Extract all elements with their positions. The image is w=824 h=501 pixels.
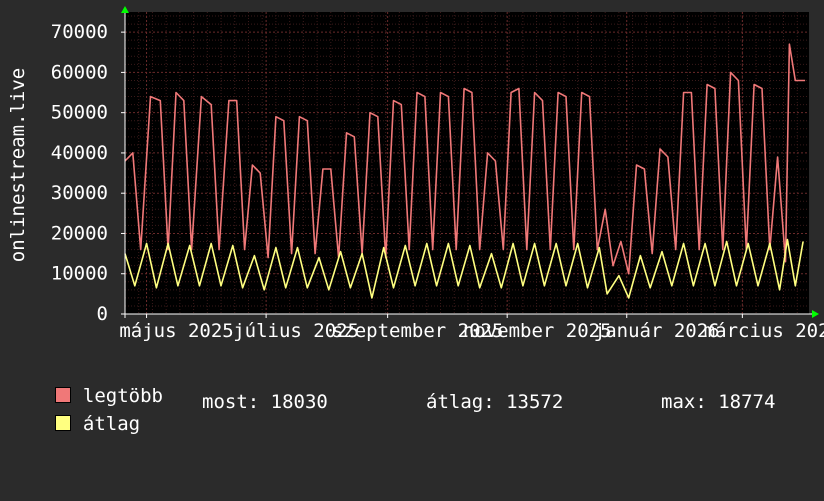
x-tick-label: május 2025 (119, 320, 233, 342)
stat-average: átlag: 13572 (426, 391, 564, 413)
x-tick-label: november 2025 (463, 320, 612, 342)
stat-current: most: 18030 (202, 391, 328, 413)
x-tick-label: január 2026 (594, 320, 720, 342)
legend-swatch-avg (54, 415, 71, 431)
y-tick-label: 60000 (51, 61, 108, 83)
y-tick-label: 0 (97, 303, 108, 325)
legend-row-max: legtöbb (32, 363, 163, 407)
y-tick-label: 70000 (51, 21, 108, 43)
y-axis-label: onlinestream.live (7, 68, 29, 262)
y-tick-label: 50000 (51, 102, 108, 124)
y-tick-label: 30000 (51, 182, 108, 204)
x-tick-label: március 2026 (704, 320, 824, 342)
y-tick-label: 40000 (51, 142, 108, 164)
y-axis-arrow-icon (121, 6, 129, 13)
x-axis-arrow-icon (812, 310, 819, 318)
legend-label-avg: átlag (82, 413, 141, 435)
y-tick-label: 10000 (51, 263, 108, 285)
plot-area (125, 12, 809, 314)
legend-row-avg: átlag most: 18030 átlag: 13572 max: 1877… (32, 391, 812, 435)
y-tick-label: 20000 (51, 222, 108, 244)
stat-maximum: max: 18774 (661, 391, 776, 413)
